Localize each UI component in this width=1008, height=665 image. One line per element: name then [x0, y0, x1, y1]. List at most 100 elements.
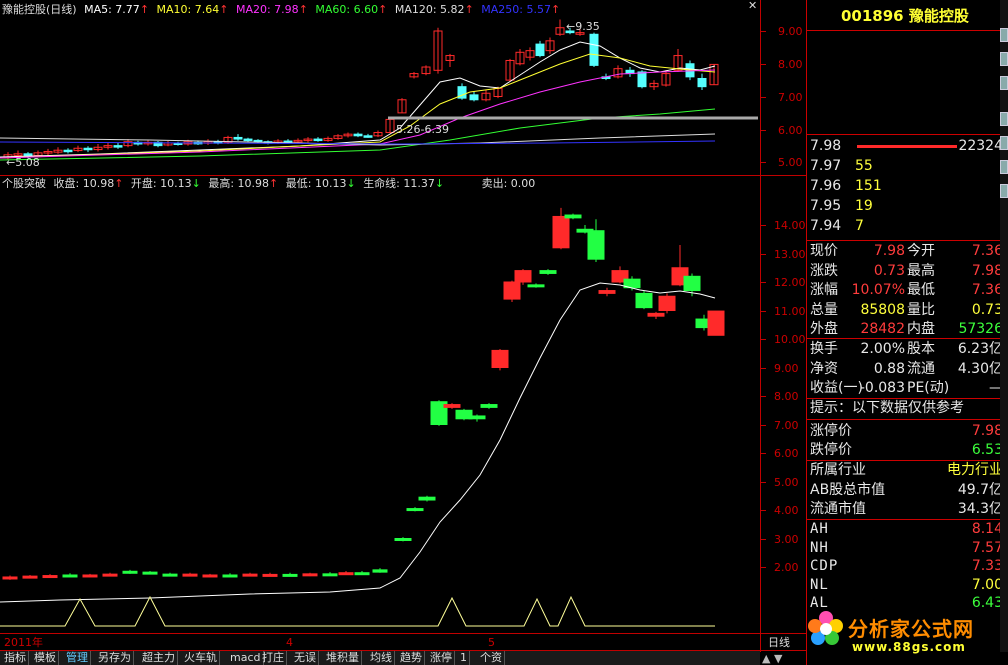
- bottom-candle-body: [658, 295, 676, 311]
- xaxis-month-5: 5: [488, 636, 495, 649]
- scroll-button[interactable]: [1000, 184, 1008, 198]
- bottom-candle-body: [707, 310, 725, 336]
- indicator-tab[interactable]: 1: [458, 651, 470, 665]
- index-key: CDP: [810, 558, 839, 574]
- quote-key: 换手: [810, 341, 838, 357]
- bottom-candle-body: [22, 575, 38, 579]
- bottom-candles: [2, 207, 725, 580]
- bottom-candle-body: [338, 572, 354, 576]
- bottom-axis-label: 4.00: [774, 504, 799, 517]
- bottom-axis-label: 10.00: [774, 333, 806, 346]
- high-label: 最高: 10.98: [208, 177, 270, 190]
- indicator-tab[interactable]: 涨停: [428, 651, 455, 665]
- flower-logo-icon: [808, 610, 844, 646]
- watermark-title: 分析家公式网: [848, 617, 974, 641]
- xaxis-month-4: 4: [286, 636, 293, 649]
- bottom-candle-body: [322, 573, 338, 577]
- indicator-tab[interactable]: 模板: [32, 651, 59, 665]
- scroll-button[interactable]: [1000, 136, 1008, 150]
- top-axis-label: 5.00: [778, 156, 803, 169]
- close-label: 收盘: 10.98: [53, 177, 115, 190]
- quote-key: 收益(一): [810, 380, 863, 396]
- top-axis-label: 8.00: [778, 58, 803, 71]
- bottom-candle-body: [222, 574, 238, 578]
- top-candles: [3, 19, 719, 160]
- ma250-label: MA250: 5.57: [481, 3, 551, 16]
- bottom-candle-body: [102, 573, 118, 577]
- ma120-label: MA120: 5.82: [394, 3, 465, 16]
- life-line-label: 生命线: 11.37: [363, 177, 435, 190]
- quote-row: 外盘 28482 内盘 57326: [807, 320, 1005, 339]
- notice-row: 提示：以下数据仅供参考: [810, 400, 964, 416]
- quote-value: 0.88: [873, 360, 905, 377]
- bottom-axis-label: 12.00: [774, 276, 806, 289]
- quote-value: 7.98: [971, 262, 1003, 279]
- quote-key: 量比: [907, 301, 935, 318]
- scroll-button[interactable]: [1000, 160, 1008, 174]
- bottom-candle-body: [468, 415, 486, 420]
- order-volume: 55: [855, 158, 873, 174]
- bottom-candle-body: [62, 574, 78, 578]
- indicator-tab[interactable]: 另存为: [96, 651, 134, 665]
- top-candle-body: [113, 145, 123, 148]
- indicator-tab[interactable]: macd: [228, 651, 264, 665]
- quote-value: 7.36: [971, 282, 1003, 298]
- quote-key: 总量: [810, 301, 838, 318]
- indicator-tab[interactable]: 火车轨: [182, 651, 220, 665]
- bottom-axis-label: 14.00: [774, 219, 806, 232]
- quote-key: 现价: [810, 243, 838, 259]
- scroll-button[interactable]: [1000, 28, 1008, 42]
- order-price: 7.98: [810, 138, 842, 154]
- bottom-axis-label: 11.00: [774, 305, 806, 318]
- vertical-scrollbar[interactable]: [1000, 0, 1008, 652]
- indicator-tab[interactable]: 打庄: [260, 651, 287, 665]
- close-icon[interactable]: ✕: [748, 0, 760, 12]
- bottom-candle-body: [372, 569, 388, 573]
- quote-row: 涨幅 10.07% 最低 7.36: [807, 281, 1005, 300]
- scroll-button[interactable]: [1000, 112, 1008, 126]
- bottom-candle-body: [514, 270, 532, 283]
- period-selector[interactable]: 日线: [768, 636, 790, 649]
- scroll-button[interactable]: [1000, 52, 1008, 66]
- index-key: AH: [810, 521, 829, 537]
- orderbook-row: 7.96 151: [807, 177, 1005, 196]
- bottom-candle-body: [262, 573, 278, 577]
- indicator-tab[interactable]: 趋势: [398, 651, 425, 665]
- tab-scroll-arrows[interactable]: ▲ ▼: [762, 652, 782, 665]
- bottom-candle-body: [635, 292, 653, 309]
- bottom-candle-body: [162, 573, 178, 577]
- bottom-axis-label: 13.00: [774, 248, 806, 261]
- scroll-button[interactable]: [1000, 76, 1008, 90]
- indicator-tab[interactable]: 管理: [64, 651, 91, 665]
- indicator-tab[interactable]: 堆积量: [324, 651, 362, 665]
- high-annotation: ←9.35: [566, 20, 600, 33]
- indicator-tab[interactable]: 指标: [2, 651, 29, 665]
- stock-code: 001896: [841, 7, 904, 25]
- top-candle-body: [589, 33, 599, 66]
- top-candle-body: [83, 147, 93, 151]
- quote-key: 涨幅: [810, 282, 838, 298]
- quote-row: 涨跌 0.73 最高 7.98: [807, 262, 1005, 281]
- index-row: AH 8.14: [807, 520, 1005, 539]
- kline-chart[interactable]: [0, 0, 806, 652]
- breakout-signal-line: [0, 595, 715, 627]
- bottom-axis-label: 7.00: [774, 419, 799, 432]
- bottom-candle-body: [122, 570, 138, 574]
- indicator-tab[interactable]: 均线: [368, 651, 395, 665]
- order-price: 7.94: [810, 218, 842, 234]
- bottom-candle-body: [394, 538, 412, 541]
- life-line: [0, 282, 716, 603]
- low-annotation: ←5.08: [6, 156, 40, 169]
- index-value: 7.33: [971, 558, 1003, 574]
- indicator-tab[interactable]: 个资: [478, 651, 505, 665]
- sell-label: 卖出: 0.00: [481, 177, 536, 190]
- bottom-candle-body: [443, 404, 461, 408]
- order-price: 7.95: [810, 198, 842, 214]
- indicator-tab[interactable]: 超主力: [140, 651, 178, 665]
- index-key: NL: [810, 576, 829, 593]
- indicator-tabs: 指标 模板 管理 另存为 超主力 火车轨 macd 打庄 无误 堆积量 均线 趋势 涨停 1 个资: [0, 651, 760, 665]
- top-candle-body: [353, 133, 363, 137]
- index-value: 7.57: [971, 539, 1003, 556]
- indicator-tab[interactable]: 无误: [292, 651, 319, 665]
- top-ma-lines: [0, 41, 758, 161]
